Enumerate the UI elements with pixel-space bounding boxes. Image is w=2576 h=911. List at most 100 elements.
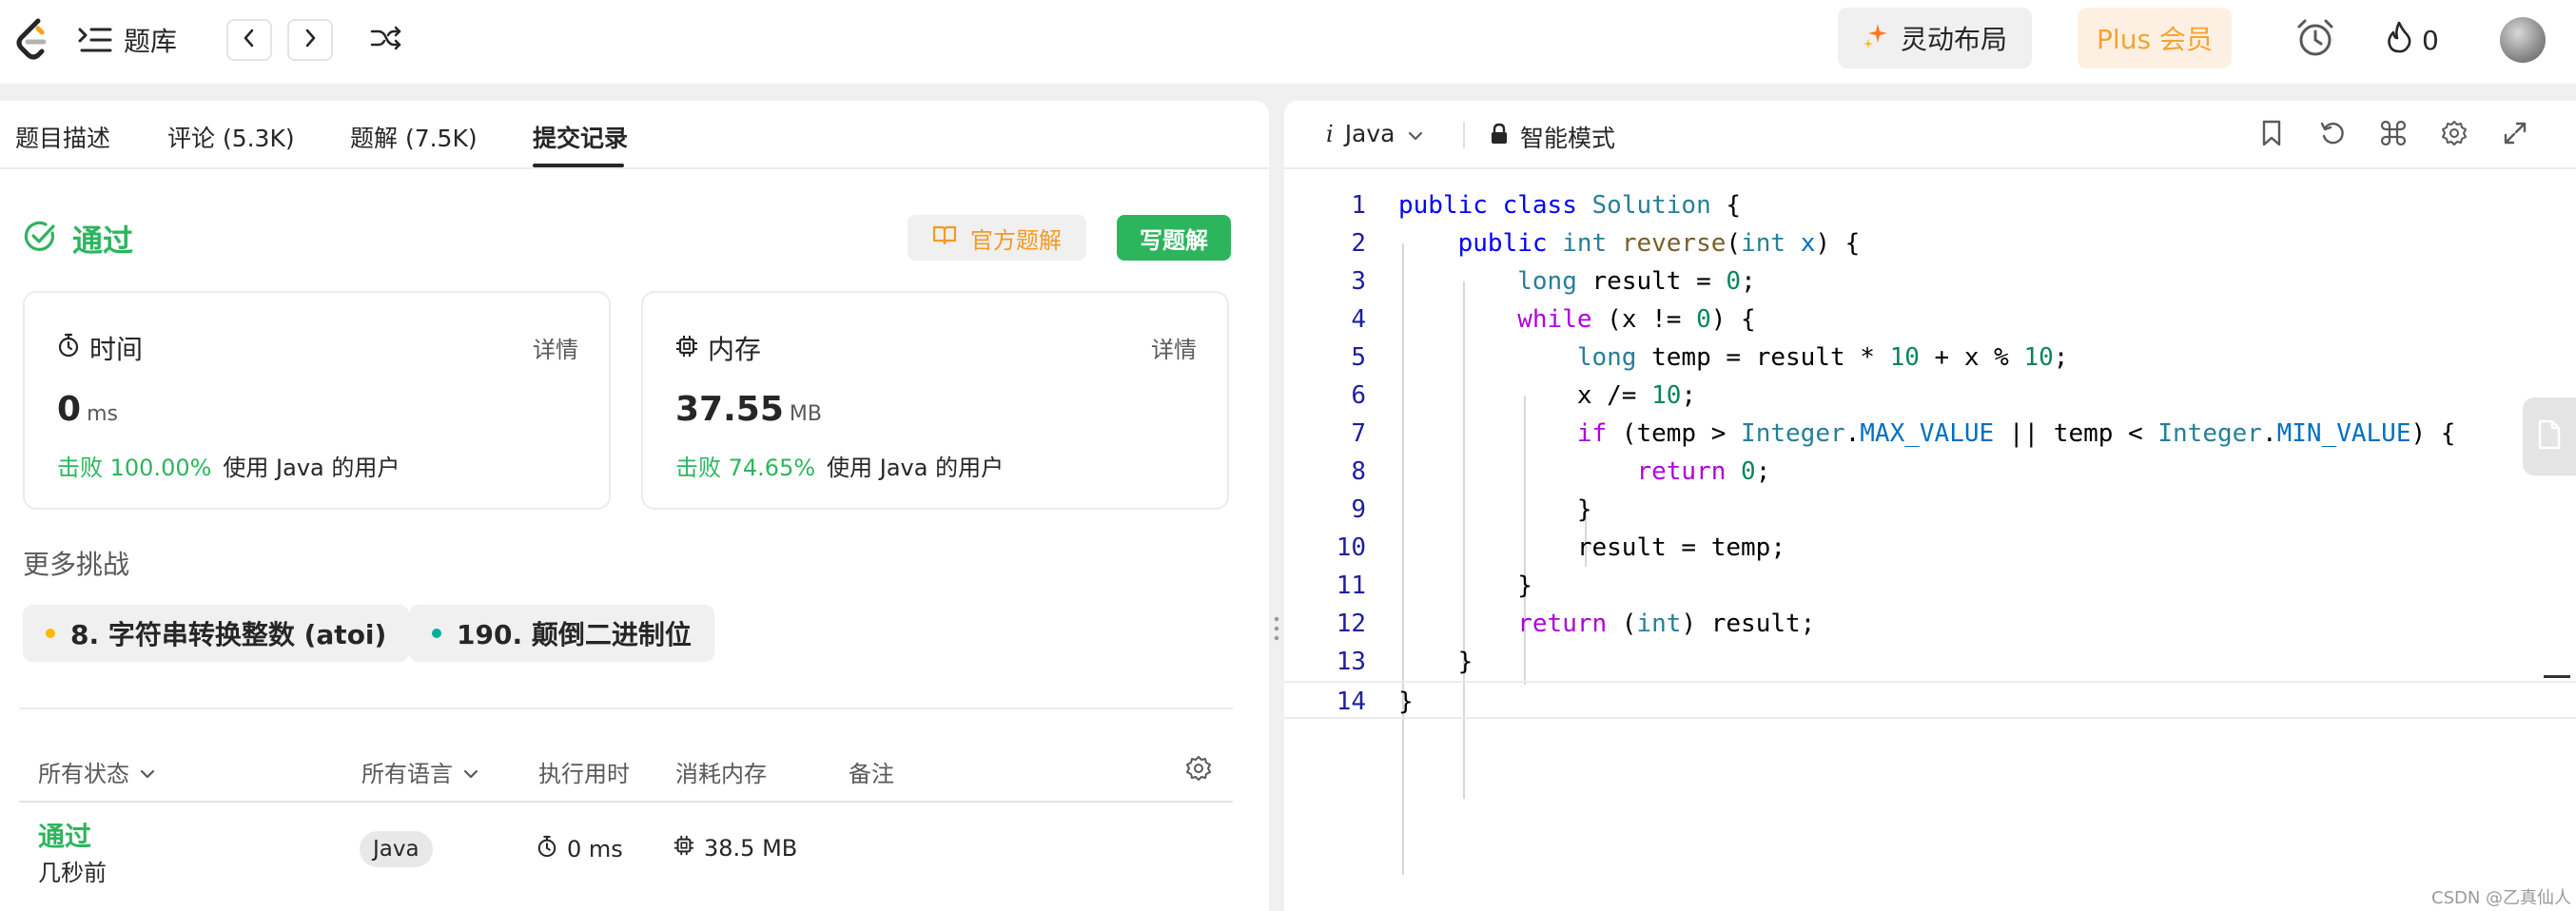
memory-column-header: 消耗内存 bbox=[675, 761, 767, 787]
language-filter[interactable]: 所有语言 bbox=[361, 755, 479, 788]
line-number: 9 bbox=[1351, 495, 1366, 524]
undo-icon bbox=[2319, 120, 2346, 150]
sparkle-icon bbox=[1863, 22, 1889, 55]
result-header: 通过 bbox=[23, 217, 133, 261]
runtime-detail-link[interactable]: 详情 bbox=[533, 331, 578, 364]
runtime-unit: ms bbox=[87, 402, 118, 426]
gear-icon bbox=[2441, 120, 2468, 150]
code-line: 5 long temp = result * 10 + x % 10; bbox=[1284, 339, 2576, 377]
plus-membership-button[interactable]: Plus 会员 bbox=[2078, 8, 2232, 68]
table-settings-button[interactable] bbox=[1185, 755, 1212, 787]
shortcuts-button[interactable] bbox=[2376, 118, 2410, 152]
memory-card-header: 内存 bbox=[675, 329, 761, 367]
watermark-text: CSDN @乙真仙人 bbox=[2431, 888, 2572, 908]
official-solution-label: 官方题解 bbox=[970, 226, 1062, 254]
streak-counter[interactable]: 0 bbox=[2386, 19, 2439, 61]
chevron-right-icon bbox=[302, 28, 318, 52]
code-text: long result = 0; bbox=[1517, 267, 1756, 296]
runtime-beat-percent: 击败 100.00% bbox=[57, 455, 212, 481]
code-line: 12 return (int) result; bbox=[1284, 605, 2576, 643]
scroll-position-marker bbox=[2544, 675, 2570, 678]
lock-icon bbox=[1490, 123, 1509, 151]
problem-list-link[interactable]: 题库 bbox=[78, 21, 177, 59]
editor-toolbar: i Java 智能模式 bbox=[1284, 101, 2576, 169]
code-line: 6 x /= 10; bbox=[1284, 377, 2576, 415]
line-number: 11 bbox=[1336, 572, 1366, 600]
panel-resize-handle[interactable] bbox=[1269, 101, 1284, 911]
next-problem-button[interactable] bbox=[287, 19, 333, 61]
notes-side-tab[interactable] bbox=[2523, 397, 2576, 475]
submission-memory: 38.5 MB bbox=[673, 835, 797, 862]
shuffle-icon bbox=[370, 25, 402, 55]
code-line: 13 } bbox=[1284, 643, 2576, 681]
problem-list-label: 题库 bbox=[124, 26, 178, 57]
submission-runtime-value: 0 ms bbox=[567, 836, 623, 863]
status-filter-label: 所有状态 bbox=[38, 761, 129, 787]
more-challenges-title: 更多挑战 bbox=[23, 549, 130, 580]
challenge-chip[interactable]: 190. 颠倒二进制位 bbox=[409, 605, 714, 662]
write-solution-button[interactable]: 写题解 bbox=[1117, 215, 1231, 261]
runtime-beat-row: 击败 100.00% 使用 Java 的用户 bbox=[57, 449, 400, 482]
plus-membership-label: Plus 会员 bbox=[2097, 24, 2213, 55]
line-number: 3 bbox=[1351, 267, 1366, 296]
submission-status[interactable]: 通过 bbox=[38, 816, 91, 854]
dynamic-layout-button[interactable]: 灵动布局 bbox=[1838, 8, 2032, 68]
random-problem-button[interactable] bbox=[365, 21, 407, 59]
code-text: x /= 10; bbox=[1398, 381, 1697, 410]
code-line: 1 public class Solution { bbox=[1284, 186, 2576, 224]
code-line: 7 if (temp > Integer.MAX_VALUE || temp <… bbox=[1284, 415, 2576, 453]
runtime-card[interactable]: 时间 详情 0 ms 击败 100.00% 使用 Java 的用户 bbox=[23, 291, 611, 510]
difficulty-dot-icon bbox=[46, 629, 55, 638]
line-number: 4 bbox=[1351, 305, 1366, 334]
fullscreen-button[interactable] bbox=[2498, 118, 2532, 152]
challenge-chip[interactable]: 8. 字符串转换整数 (atoi) bbox=[23, 605, 410, 662]
line-number: 5 bbox=[1351, 343, 1366, 372]
bookmark-icon bbox=[2261, 120, 2282, 150]
expand-icon bbox=[2503, 121, 2527, 149]
smart-mode-toggle[interactable]: 智能模式 bbox=[1490, 120, 1615, 154]
code-line-current: 14} bbox=[1284, 681, 2576, 719]
submission-time: 几秒前 bbox=[38, 860, 107, 886]
challenge-chip-label: 190. 颠倒二进制位 bbox=[457, 619, 692, 650]
leetcode-logo-icon[interactable] bbox=[13, 17, 51, 61]
list-icon bbox=[78, 26, 112, 54]
bookmark-button[interactable] bbox=[2254, 118, 2289, 152]
smart-mode-label: 智能模式 bbox=[1520, 125, 1616, 152]
memory-beat-row: 击败 74.65% 使用 Java 的用户 bbox=[675, 449, 1004, 482]
code-line: 4 while (x != 0) { bbox=[1284, 300, 2576, 339]
language-select[interactable]: i Java bbox=[1326, 120, 1424, 147]
code-text: while (x != 0) { bbox=[1517, 305, 1756, 334]
language-filter-label: 所有语言 bbox=[361, 761, 453, 787]
runtime-value: 0 bbox=[57, 390, 82, 429]
memory-value: 37.55 bbox=[675, 390, 784, 429]
prev-problem-button[interactable] bbox=[226, 19, 272, 61]
memory-detail-link[interactable]: 详情 bbox=[1151, 331, 1197, 364]
submission-memory-value: 38.5 MB bbox=[704, 835, 798, 862]
line-number: 7 bbox=[1351, 419, 1366, 448]
code-text: return 0; bbox=[1636, 457, 1771, 486]
code-text: public class Solution { bbox=[1398, 191, 1742, 220]
reset-code-button[interactable] bbox=[2315, 118, 2350, 152]
memory-card[interactable]: 内存 详情 37.55 MB 击败 74.65% 使用 Java 的用户 bbox=[641, 291, 1229, 510]
streak-count: 0 bbox=[2422, 24, 2439, 56]
tab-solutions[interactable]: 题解 (7.5K) bbox=[350, 120, 478, 154]
code-text: result = temp; bbox=[1398, 533, 1786, 562]
drag-handle-icon bbox=[1274, 614, 1279, 643]
tab-comments[interactable]: 评论 (5.3K) bbox=[167, 120, 295, 154]
runtime-beat-suffix: 使用 Java 的用户 bbox=[223, 455, 400, 481]
user-avatar[interactable] bbox=[2500, 17, 2546, 63]
tab-description[interactable]: 题目描述 bbox=[15, 120, 110, 154]
dynamic-layout-label: 灵动布局 bbox=[1900, 24, 2007, 55]
submission-language-badge: Java bbox=[360, 831, 433, 867]
code-text: } bbox=[1398, 495, 1592, 524]
official-solution-button[interactable]: 官方题解 bbox=[907, 215, 1086, 261]
code-editor-panel: i Java 智能模式 1 public class Solution {2 … bbox=[1284, 101, 2576, 911]
left-panel: 题目描述 评论 (5.3K) 题解 (7.5K) 提交记录 通过 官方题解 写题… bbox=[0, 101, 1269, 911]
tab-submissions[interactable]: 提交记录 bbox=[533, 120, 628, 154]
alarm-clock-icon[interactable] bbox=[2294, 17, 2336, 59]
code-line: 3 long result = 0; bbox=[1284, 262, 2576, 300]
chip-icon bbox=[673, 835, 694, 862]
status-filter[interactable]: 所有状态 bbox=[38, 755, 156, 788]
editor-settings-button[interactable] bbox=[2437, 118, 2471, 152]
fire-icon bbox=[2386, 21, 2412, 60]
